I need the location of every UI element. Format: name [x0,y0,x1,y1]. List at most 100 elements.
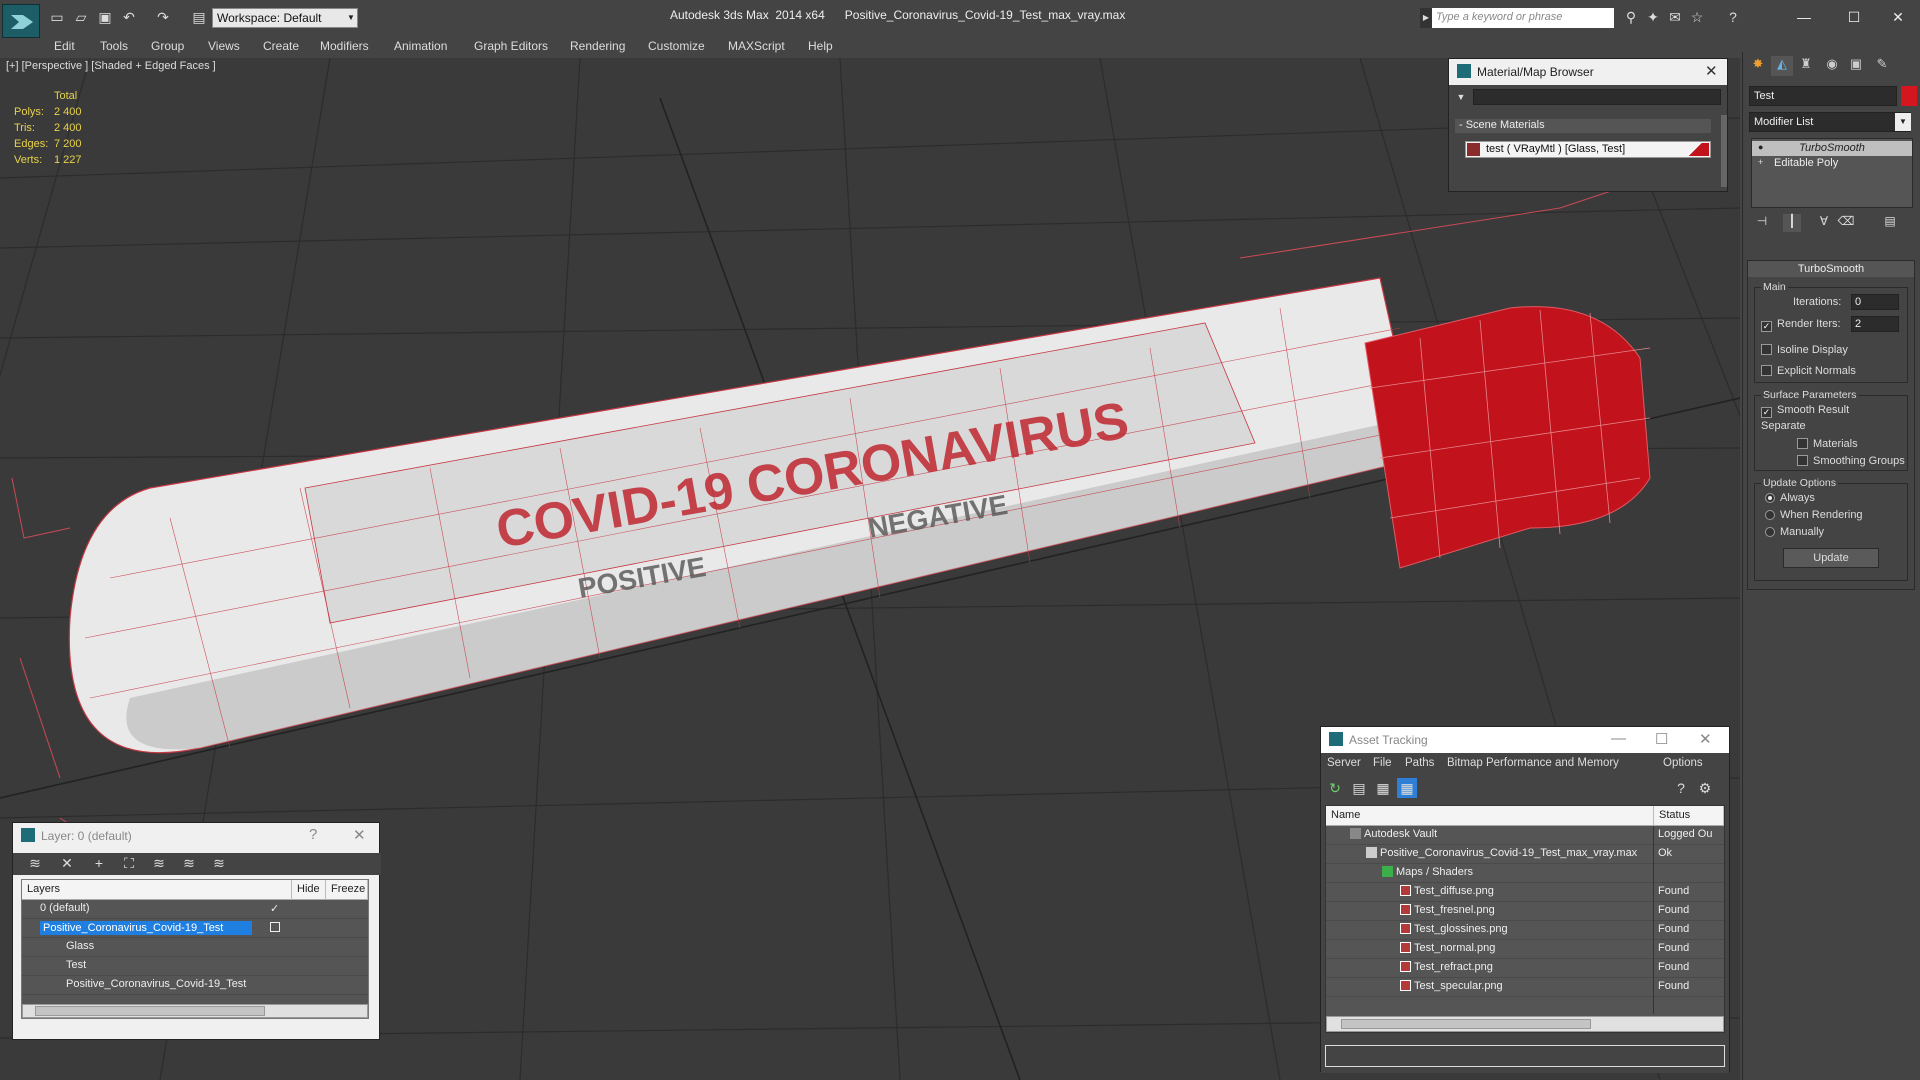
stack-item-turbosmooth[interactable]: TurboSmooth [1752,141,1912,156]
select-objects-icon[interactable]: ⛶ [119,853,139,873]
expand-plus-icon[interactable]: + [1758,157,1768,167]
add-selection-icon[interactable]: + [89,853,109,873]
chevron-down-icon[interactable]: ▼ [344,8,358,28]
always-radio-row[interactable]: Always [1765,492,1815,504]
workspace-dropdown[interactable]: Workspace: Default [212,8,358,28]
utilities-tab-icon[interactable]: ✎ [1871,56,1893,76]
new-file-icon[interactable]: ▭ [48,8,66,26]
delete-layer-icon[interactable]: ✕ [57,853,77,873]
manually-radio[interactable] [1765,527,1775,537]
asset-row[interactable]: Positive_Coronavirus_Covid-19_Test_max_v… [1326,845,1724,864]
asset-scrollbar[interactable] [1326,1016,1724,1032]
asset-row[interactable]: Test_refract.png Found [1326,959,1724,978]
menu-customize[interactable]: Customize [648,39,705,53]
minimize-icon[interactable]: — [1611,730,1626,747]
render-iters-checkbox[interactable]: ✓ [1761,321,1772,332]
menu-animation[interactable]: Animation [394,39,447,53]
smoothing-groups-checkbox[interactable] [1797,455,1808,466]
layer-row-selected[interactable]: Positive_Coronavirus_Covid-19_Test [22,919,368,938]
display-tab-icon[interactable]: ▣ [1845,56,1867,76]
viewport-label[interactable]: [+] [Perspective ] [Shaded + Edged Faces… [6,60,216,72]
show-end-result-icon[interactable]: ┃ [1783,214,1801,232]
maximize-button[interactable]: ☐ [1834,4,1874,30]
menu-rendering[interactable]: Rendering [570,39,625,53]
freeze-all-icon[interactable]: ≋ [209,853,229,873]
close-icon[interactable]: ✕ [1699,730,1712,748]
status-column-header[interactable]: Status [1654,806,1724,826]
table-view-icon[interactable]: ▦ [1397,778,1417,798]
layer-checkbox[interactable] [270,922,280,932]
asset-menu-file[interactable]: File [1373,757,1392,769]
asset-menu-bitmap[interactable]: Bitmap Performance and Memory [1447,757,1619,769]
asset-row[interactable]: Autodesk Vault Logged Ou [1326,826,1724,845]
menu-modifiers[interactable]: Modifiers [320,39,369,53]
asset-row[interactable]: Maps / Shaders [1326,864,1724,883]
chevron-right-icon[interactable]: ▶ [1420,8,1432,28]
menu-help[interactable]: Help [808,39,833,53]
asset-row[interactable]: Test_normal.png Found [1326,940,1724,959]
motion-tab-icon[interactable]: ◉ [1821,56,1843,76]
app-menu-button[interactable] [2,4,40,38]
explicit-normals-row[interactable]: Explicit Normals [1761,365,1856,377]
help-button[interactable]: ? [309,826,317,843]
modify-tab-icon[interactable]: ◭ [1771,56,1793,76]
asset-menu-paths[interactable]: Paths [1405,757,1434,769]
list-view-icon[interactable]: ▤ [1349,778,1369,798]
always-radio[interactable] [1765,493,1775,503]
smooth-result-checkbox[interactable]: ✓ [1761,407,1772,418]
material-browser-titlebar[interactable]: Material/Map Browser ✕ [1449,59,1727,85]
project-folder-icon[interactable]: ▤ [190,8,208,26]
layer-row[interactable]: Glass [22,938,368,957]
close-icon[interactable]: ✕ [353,826,366,844]
highlight-layer-icon[interactable]: ≋ [149,853,169,873]
settings-icon[interactable]: ⚙ [1695,778,1715,798]
asset-tracking-titlebar[interactable]: Asset Tracking — ☐ ✕ [1321,727,1729,753]
name-column-header[interactable]: Name [1326,806,1654,826]
new-layer-icon[interactable]: ≋ [25,853,45,873]
hide-column-header[interactable]: Hide [292,880,326,900]
iterations-spinner[interactable]: 0 [1851,294,1899,310]
render-iters-row[interactable]: ✓ Render Iters: [1761,318,1841,332]
hierarchy-tab-icon[interactable]: ♜ [1795,56,1817,76]
update-button[interactable]: Update [1783,548,1879,568]
isoline-checkbox[interactable] [1761,344,1772,355]
layer-row[interactable]: Test [22,957,368,976]
hide-all-icon[interactable]: ≋ [179,853,199,873]
manually-radio-row[interactable]: Manually [1765,526,1824,538]
menu-views[interactable]: Views [208,39,240,53]
layer-window-titlebar[interactable]: Layer: 0 (default) ? ✕ [13,823,379,849]
configure-sets-icon[interactable]: ▤ [1881,214,1899,232]
menu-edit[interactable]: Edit [54,39,75,53]
material-browser-scrollbar[interactable] [1721,115,1727,187]
redo-icon[interactable]: ↷ [154,8,172,26]
pin-stack-icon[interactable]: ⊣ [1753,214,1771,232]
search-input[interactable]: Type a keyword or phrase [1432,8,1614,28]
help-icon[interactable]: ? [1724,8,1742,26]
menu-create[interactable]: Create [263,39,299,53]
stack-item-editable-poly[interactable]: Editable Poly [1752,156,1912,171]
isoline-display-row[interactable]: Isoline Display [1761,344,1848,356]
object-name-field[interactable]: Test [1749,86,1897,106]
scene-materials-group[interactable]: - Scene Materials [1455,119,1711,133]
chevron-down-icon[interactable]: ▼ [1895,113,1911,131]
menu-graph-editors[interactable]: Graph Editors [474,39,548,53]
undo-icon[interactable]: ↶ [120,8,138,26]
menu-group[interactable]: Group [151,39,184,53]
asset-row[interactable]: Test_fresnel.png Found [1326,902,1724,921]
asset-row[interactable]: Test_specular.png Found [1326,978,1724,997]
maximize-icon[interactable]: ☐ [1655,730,1668,748]
refresh-icon[interactable]: ↻ [1325,778,1345,798]
current-layer-check-icon[interactable]: ✓ [270,902,279,915]
layer-scrollbar[interactable] [22,1004,368,1018]
asset-row[interactable]: Test_glossines.png Found [1326,921,1724,940]
material-item-test[interactable]: test ( VRayMtl ) [Glass, Test] [1465,141,1711,158]
materials-checkbox[interactable] [1797,438,1808,449]
close-button[interactable]: ✕ [1878,4,1918,30]
material-search-input[interactable] [1473,89,1721,105]
explicit-normals-checkbox[interactable] [1761,365,1772,376]
menu-tools[interactable]: Tools [100,39,128,53]
close-icon[interactable]: ✕ [1705,62,1718,80]
smooth-result-row[interactable]: ✓ Smooth Result [1761,404,1849,418]
freeze-column-header[interactable]: Freeze [326,880,368,900]
asset-menu-options[interactable]: Options [1663,757,1703,769]
